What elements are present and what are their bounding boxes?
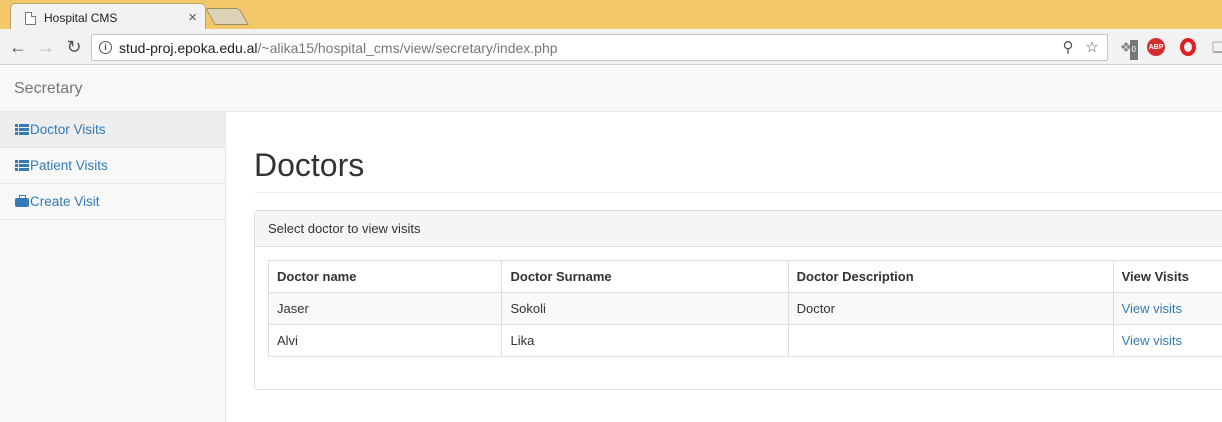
url-host: stud-proj.epoka.edu.al xyxy=(119,40,258,56)
brand[interactable]: Secretary xyxy=(14,80,82,98)
doctors-panel: Select doctor to view visits Doctor name… xyxy=(254,210,1222,390)
doctor-surname-cell: Lika xyxy=(501,324,789,357)
table-row: Jaser Sokoli Doctor View visits xyxy=(267,292,1222,325)
back-icon[interactable]: ← xyxy=(7,36,29,58)
adblock-plus-icon[interactable]: ABP xyxy=(1147,38,1165,56)
column-header: Doctor Description xyxy=(787,260,1114,293)
url-path: /~alika15/hospital_cms/view/secretary/in… xyxy=(257,40,558,56)
doctor-description-cell: Doctor xyxy=(787,292,1114,325)
page-icon xyxy=(25,11,36,25)
view-visits-link[interactable]: View visits xyxy=(1122,333,1182,348)
tab-title: Hospital CMS xyxy=(44,11,118,25)
browser-tab[interactable]: Hospital CMS × xyxy=(10,3,206,30)
doctor-description-cell xyxy=(787,324,1114,357)
sidebar-item-label: Patient Visits xyxy=(30,158,108,173)
panel-heading: Select doctor to view visits xyxy=(255,211,1222,247)
close-tab-icon[interactable]: × xyxy=(188,9,197,26)
top-navbar: Secretary xyxy=(0,66,1222,112)
column-header: Doctor name xyxy=(267,260,503,293)
view-visits-cell: View visits xyxy=(1112,324,1222,357)
doctor-name-cell: Alvi xyxy=(267,324,503,357)
list-icon xyxy=(15,124,29,135)
list-icon xyxy=(15,160,29,171)
extension-badge: 0 xyxy=(1129,40,1138,60)
url-text[interactable]: stud-proj.epoka.edu.al/~alika15/hospital… xyxy=(119,40,558,56)
page-header: Doctors xyxy=(254,147,1222,193)
sidebar-item-doctor-visits[interactable]: Doctor Visits xyxy=(0,112,225,148)
table-header-row: Doctor name Doctor Surname Doctor Descri… xyxy=(267,260,1222,293)
sidebar-item-label: Create Visit xyxy=(30,194,100,209)
view-visits-cell: View visits xyxy=(1112,292,1222,325)
forward-icon[interactable]: → xyxy=(35,36,57,58)
extension-icon[interactable]: ❖ 0 xyxy=(1116,37,1138,60)
doctor-name-cell: Jaser xyxy=(267,292,503,325)
browser-toolbar: ← → ↻ i stud-proj.epoka.edu.al/~alika15/… xyxy=(0,29,1222,65)
column-header: Doctor Surname xyxy=(501,260,789,293)
view-visits-link[interactable]: View visits xyxy=(1122,301,1182,316)
address-bar[interactable]: i stud-proj.epoka.edu.al/~alika15/hospit… xyxy=(91,34,1108,61)
page-title: Doctors xyxy=(254,147,365,183)
extension-icon[interactable]: ❏ xyxy=(1208,37,1222,57)
column-header: View Visits xyxy=(1112,260,1222,293)
bookmark-star-icon[interactable]: ☆ xyxy=(1082,38,1102,58)
sidebar-item-create-visit[interactable]: Create Visit xyxy=(0,184,225,220)
sidebar: Doctor Visits Patient Visits Create Visi… xyxy=(0,112,226,422)
reload-icon[interactable]: ↻ xyxy=(63,36,85,58)
info-icon[interactable]: i xyxy=(99,41,112,54)
doctors-table: Doctor name Doctor Surname Doctor Descri… xyxy=(267,260,1222,357)
opera-icon[interactable] xyxy=(1180,38,1196,56)
tab-strip: Hospital CMS × xyxy=(0,0,1222,30)
table-row: Alvi Lika View visits xyxy=(267,324,1222,357)
doctor-surname-cell: Sokoli xyxy=(501,292,789,325)
sidebar-item-label: Doctor Visits xyxy=(30,122,106,137)
new-tab-button[interactable] xyxy=(205,8,249,25)
zoom-search-icon[interactable]: ⚲ xyxy=(1058,38,1078,58)
briefcase-icon xyxy=(15,195,29,207)
main-content: Doctors Select doctor to view visits Doc… xyxy=(254,112,1222,390)
sidebar-item-patient-visits[interactable]: Patient Visits xyxy=(0,148,225,184)
